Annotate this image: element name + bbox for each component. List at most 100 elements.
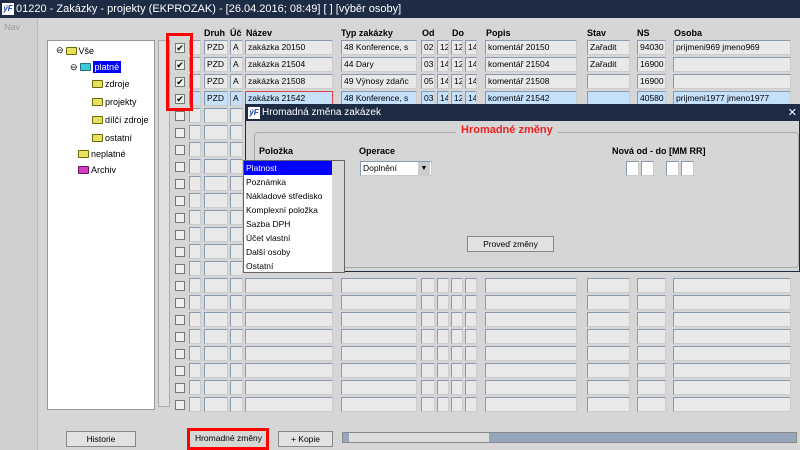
cell-stav[interactable]: Zařadit (587, 40, 630, 55)
collapse-icon[interactable]: ⊖ (56, 45, 64, 56)
cell-nazev[interactable] (245, 278, 333, 293)
list-option[interactable]: Komplexní položka (244, 203, 332, 217)
cell-druh[interactable] (204, 363, 228, 378)
cell-druh[interactable]: PZD (204, 91, 228, 106)
cell-do1[interactable]: 12 (451, 57, 463, 72)
cell-x[interactable] (189, 244, 201, 259)
cell-stav[interactable] (587, 363, 630, 378)
cell-nazev[interactable]: zakázka 21508 (245, 74, 333, 89)
cell-druh[interactable] (204, 346, 228, 361)
cell-stav[interactable] (587, 380, 630, 395)
cell-osoba[interactable] (673, 74, 791, 89)
cell-stav[interactable] (587, 295, 630, 310)
cell-stav[interactable] (587, 74, 630, 89)
cell-typ[interactable] (341, 363, 417, 378)
cell-uc[interactable]: A (230, 40, 243, 55)
cell-druh[interactable] (204, 295, 228, 310)
cell-do1[interactable] (451, 295, 463, 310)
cell-do1[interactable] (451, 380, 463, 395)
cell-ns[interactable]: 16900 (637, 57, 666, 72)
cell-uc[interactable] (230, 397, 243, 412)
cell-typ[interactable]: 48 Konference, s (341, 40, 417, 55)
cell-druh[interactable] (204, 142, 228, 157)
cell-uc[interactable] (230, 142, 243, 157)
cell-druh[interactable] (204, 125, 228, 140)
cell-do2[interactable] (465, 363, 477, 378)
tree-node-projekty[interactable]: projekty (92, 97, 137, 107)
cell-do2[interactable] (465, 295, 477, 310)
cell-x[interactable] (189, 278, 201, 293)
cell-stav[interactable] (587, 329, 630, 344)
list-option[interactable]: Poznámka (244, 175, 332, 189)
cell-x[interactable] (189, 142, 201, 157)
dialog-title-bar[interactable]: ýF Hromadná změna zakázek ✕ (246, 105, 800, 121)
row-checkbox[interactable] (175, 196, 185, 206)
cell-x[interactable] (189, 193, 201, 208)
cell-osoba[interactable] (673, 295, 791, 310)
cell-druh[interactable] (204, 261, 228, 276)
tree-node-zdroje[interactable]: zdroje (92, 79, 130, 89)
cell-druh[interactable] (204, 193, 228, 208)
cell-uc[interactable] (230, 261, 243, 276)
row-checkbox[interactable] (175, 230, 185, 240)
row-checkbox[interactable] (175, 213, 185, 223)
list-option[interactable]: Platnost (244, 161, 332, 175)
row-checkbox[interactable] (175, 281, 185, 291)
cell-osoba[interactable] (673, 278, 791, 293)
cell-nazev[interactable] (245, 329, 333, 344)
cell-ns[interactable] (637, 295, 666, 310)
cell-x[interactable] (189, 159, 201, 174)
cell-uc[interactable]: A (230, 57, 243, 72)
cell-uc[interactable] (230, 159, 243, 174)
cell-popis[interactable] (485, 346, 577, 361)
cell-uc[interactable] (230, 125, 243, 140)
cell-popis[interactable] (485, 380, 577, 395)
cell-do1[interactable]: 12 (451, 74, 463, 89)
cell-od1[interactable] (421, 329, 435, 344)
cell-popis[interactable] (485, 312, 577, 327)
cell-nazev[interactable]: zakázka 21504 (245, 57, 333, 72)
cell-popis[interactable] (485, 278, 577, 293)
category-tree[interactable]: ⊖ Vše ⊖ platné zdroje projekty dílčí zdroj… (47, 40, 155, 410)
do-month-input[interactable] (666, 161, 679, 176)
cell-typ[interactable]: 49 Výnosy zdaňc (341, 74, 417, 89)
list-scrollbar[interactable] (332, 161, 344, 272)
cell-uc[interactable] (230, 312, 243, 327)
cell-ns[interactable] (637, 312, 666, 327)
row-checkbox[interactable] (175, 128, 185, 138)
cell-uc[interactable] (230, 227, 243, 242)
cell-od2[interactable] (437, 278, 449, 293)
cell-od2[interactable]: 14 (437, 74, 449, 89)
cell-x[interactable] (189, 397, 201, 412)
cell-od2[interactable] (437, 312, 449, 327)
cell-do1[interactable] (451, 363, 463, 378)
list-option[interactable]: Účet vlastní (244, 231, 332, 245)
cell-do1[interactable] (451, 346, 463, 361)
cell-od1[interactable]: 03 (421, 57, 435, 72)
cell-do2[interactable]: 14 (465, 74, 477, 89)
cell-druh[interactable] (204, 329, 228, 344)
cell-uc[interactable] (230, 295, 243, 310)
tree-node-root[interactable]: ⊖ Vše (56, 45, 94, 56)
cell-od2[interactable]: 12 (437, 40, 449, 55)
cell-uc[interactable] (230, 244, 243, 259)
cell-od1[interactable]: 02 (421, 40, 435, 55)
cell-do2[interactable] (465, 329, 477, 344)
row-checkbox[interactable] (175, 162, 185, 172)
cell-nazev[interactable]: zakázka 20150 (245, 40, 333, 55)
cell-nazev[interactable] (245, 295, 333, 310)
cell-osoba[interactable] (673, 380, 791, 395)
cell-druh[interactable] (204, 159, 228, 174)
cell-uc[interactable] (230, 278, 243, 293)
polozka-dropdown-list[interactable]: Platnost Poznámka Nákladové středisko Kompl… (243, 160, 345, 273)
cell-x[interactable] (189, 210, 201, 225)
cell-x[interactable] (189, 125, 201, 140)
cell-od1[interactable] (421, 295, 435, 310)
cell-od1[interactable] (421, 397, 435, 412)
cell-uc[interactable] (230, 108, 243, 123)
cell-do1[interactable] (451, 397, 463, 412)
cell-uc[interactable] (230, 193, 243, 208)
row-checkbox[interactable] (175, 298, 185, 308)
cell-uc[interactable] (230, 380, 243, 395)
horizontal-scrollbar[interactable] (342, 432, 797, 443)
